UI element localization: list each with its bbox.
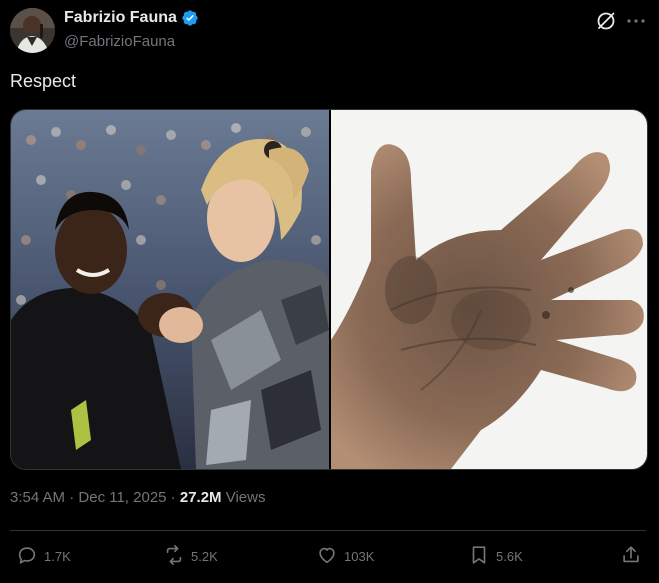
tweet-media[interactable]	[10, 109, 648, 470]
reply-button[interactable]: 1.7K	[16, 544, 71, 569]
action-bar: 1.7K 5.2K 103K 5.6K	[0, 540, 659, 574]
reply-count: 1.7K	[44, 549, 71, 564]
retweet-count: 5.2K	[191, 549, 218, 564]
author-handle[interactable]: @FabrizioFauna	[64, 33, 175, 50]
meta-separator: ·	[65, 489, 79, 506]
views-label: Views	[221, 489, 266, 506]
views-count: 27.2M	[179, 489, 222, 506]
author-name-row: Fabrizio Fauna	[64, 9, 199, 27]
retweet-icon	[163, 544, 185, 569]
share-icon	[620, 544, 642, 569]
grok-icon[interactable]	[594, 9, 618, 33]
tweet-card: Fabrizio Fauna @FabrizioFauna Respect 3:…	[0, 0, 659, 583]
like-count: 103K	[344, 549, 375, 564]
meta-separator: ·	[166, 489, 180, 506]
share-button[interactable]	[620, 544, 642, 569]
avatar[interactable]	[10, 8, 55, 53]
reply-icon	[16, 544, 38, 569]
verified-badge-icon	[181, 9, 199, 27]
bookmark-count: 5.6K	[496, 549, 523, 564]
two-players-handshake-photo[interactable]	[11, 110, 329, 469]
divider	[10, 530, 646, 531]
dirty-hand-photo[interactable]	[331, 110, 647, 469]
retweet-button[interactable]: 5.2K	[163, 544, 218, 569]
like-button[interactable]: 103K	[316, 544, 374, 569]
tweet-text: Respect	[10, 71, 77, 91]
bookmark-icon	[468, 544, 490, 569]
author-display-name[interactable]: Fabrizio Fauna	[64, 9, 177, 27]
tweet-date[interactable]: Dec 11, 2025	[78, 489, 166, 506]
tweet-meta: 3:54 AM · Dec 11, 2025 · 27.2M Views	[10, 489, 265, 506]
bookmark-button[interactable]: 5.6K	[468, 544, 523, 569]
tweet-time[interactable]: 3:54 AM	[10, 489, 65, 506]
heart-icon	[316, 544, 338, 569]
more-options-icon[interactable]	[624, 9, 648, 33]
